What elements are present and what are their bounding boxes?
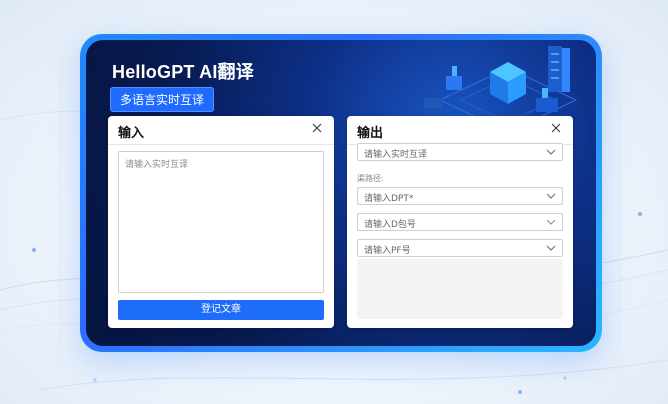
subtitle-badge: 多语言实时互译: [110, 87, 215, 112]
dpt-select[interactable]: 请输入DPT*: [357, 187, 563, 205]
app-window: HelloGPT AI翻译 多语言实时互译 输入 请输入实时互译 登记文章 输出…: [80, 34, 602, 352]
input-panel: 输入 请输入实时互译 登记文章: [108, 116, 334, 328]
pf-select[interactable]: 请输入PF号: [357, 239, 563, 257]
language-select-value: 请输入实时互译: [364, 150, 428, 160]
output-panel-title: 输出: [357, 126, 384, 141]
dpt-select-value: 请输入DPT*: [364, 194, 414, 204]
field-label: 渠路径:: [357, 174, 384, 183]
output-result-area: [357, 259, 563, 319]
close-icon[interactable]: [310, 121, 324, 135]
d-package-select[interactable]: 请输入D包号: [357, 213, 563, 231]
pf-select-value: 请输入PF号: [364, 246, 411, 256]
output-panel: 输出 请输入实时互译 渠路径: 请输入DPT* 请输入D包号 请输入PF号: [347, 116, 573, 328]
submit-button[interactable]: 登记文章: [118, 300, 324, 320]
input-panel-title: 输入: [118, 126, 145, 141]
chevron-down-icon: [546, 193, 556, 199]
app-title: HelloGPT AI翻译: [112, 62, 254, 82]
output-panel-header: 输出: [347, 116, 573, 145]
chevron-down-icon: [546, 219, 556, 225]
d-package-select-value: 请输入D包号: [364, 220, 416, 230]
input-panel-header: 输入: [108, 116, 334, 145]
chevron-down-icon: [546, 149, 556, 155]
source-text-input[interactable]: 请输入实时互译: [118, 151, 324, 293]
close-icon[interactable]: [549, 121, 563, 135]
app-window-body: HelloGPT AI翻译 多语言实时互译 输入 请输入实时互译 登记文章 输出…: [86, 40, 596, 346]
chevron-down-icon: [546, 245, 556, 251]
language-select[interactable]: 请输入实时互译: [357, 143, 563, 161]
